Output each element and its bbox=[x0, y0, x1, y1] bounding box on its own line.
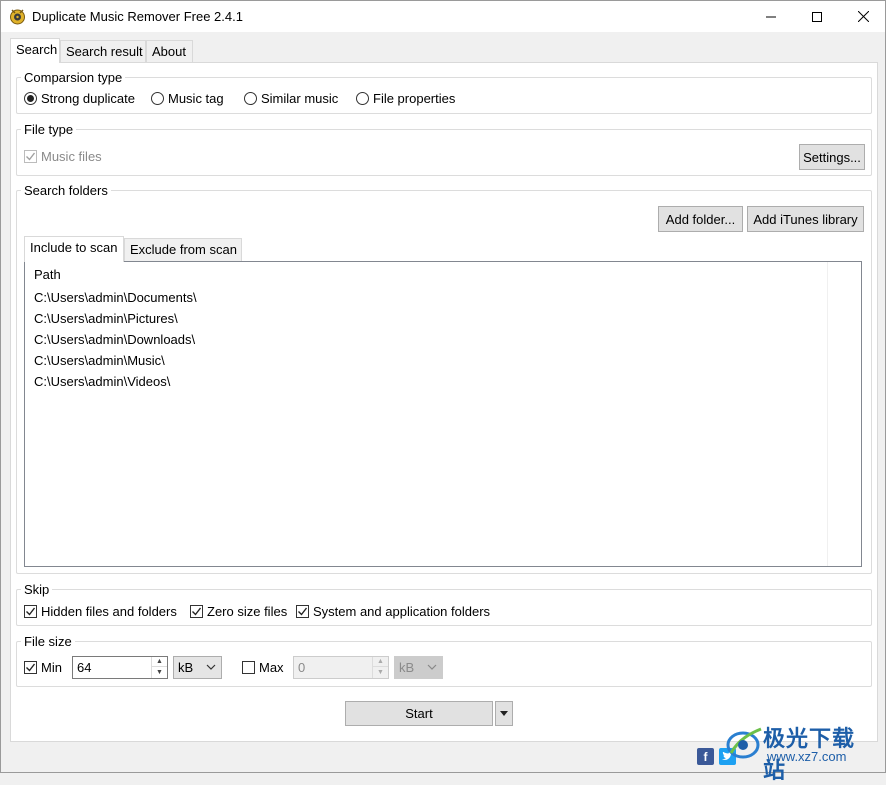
close-button[interactable] bbox=[840, 1, 886, 32]
file-type-group: File type Music files Settings... bbox=[16, 122, 872, 176]
checkbox-indicator[interactable] bbox=[296, 605, 309, 618]
file-size-group: File size Min 64 ▲ ▼ kB Max 0 ▲ ▼ kB bbox=[16, 634, 872, 687]
tab-exclude-from-scan[interactable]: Exclude from scan bbox=[124, 238, 242, 261]
checkmark-icon bbox=[26, 663, 36, 672]
max-unit-value: kB bbox=[399, 660, 415, 675]
facebook-icon[interactable]: f bbox=[697, 748, 714, 765]
skip-group: Skip Hidden files and folders Zero size … bbox=[16, 582, 872, 626]
radio-label: Similar music bbox=[261, 91, 339, 106]
spin-down-icon[interactable]: ▼ bbox=[373, 667, 388, 677]
add-itunes-library-button[interactable]: Add iTunes library bbox=[747, 206, 864, 232]
radio-label: File properties bbox=[373, 91, 456, 106]
watermark-logo-icon bbox=[726, 727, 762, 759]
radio-indicator[interactable] bbox=[24, 92, 37, 105]
start-button[interactable]: Start bbox=[345, 701, 493, 726]
max-size-spinner[interactable]: ▲ ▼ bbox=[372, 657, 388, 678]
checkbox-label: Zero size files bbox=[207, 604, 288, 619]
min-size-checkbox[interactable]: Min bbox=[24, 660, 62, 675]
tab-search-result[interactable]: Search result bbox=[60, 40, 146, 62]
spin-up-icon[interactable]: ▲ bbox=[373, 657, 388, 667]
max-size-checkbox[interactable]: Max bbox=[242, 660, 284, 675]
checkmark-icon bbox=[298, 607, 308, 616]
add-folder-button[interactable]: Add folder... bbox=[658, 206, 743, 232]
checkbox-indicator[interactable] bbox=[24, 150, 37, 163]
search-folders-label: Search folders bbox=[21, 183, 111, 198]
window-title: Duplicate Music Remover Free 2.4.1 bbox=[32, 9, 243, 24]
max-size-value: 0 bbox=[298, 660, 306, 675]
comparison-type-group: Comparsion type Strong duplicate Music t… bbox=[16, 70, 872, 114]
comparison-type-label: Comparsion type bbox=[21, 70, 126, 85]
skip-zero-size-checkbox[interactable]: Zero size files bbox=[190, 604, 287, 619]
min-size-input[interactable]: 64 ▲ ▼ bbox=[72, 656, 168, 679]
folder-list[interactable]: Path C:\Users\admin\Documents\ C:\Users\… bbox=[24, 261, 862, 567]
max-size-input[interactable]: 0 ▲ ▼ bbox=[293, 656, 389, 679]
checkbox-indicator[interactable] bbox=[190, 605, 203, 618]
title-bar[interactable]: Duplicate Music Remover Free 2.4.1 bbox=[1, 1, 885, 32]
chevron-down-icon bbox=[206, 664, 216, 670]
list-item[interactable]: C:\Users\admin\Documents\ bbox=[34, 290, 197, 305]
minimize-button[interactable] bbox=[748, 1, 794, 32]
checkmark-icon bbox=[26, 152, 36, 161]
checkbox-indicator[interactable] bbox=[242, 661, 255, 674]
skip-hidden-checkbox[interactable]: Hidden files and folders bbox=[24, 604, 177, 619]
spin-down-icon[interactable]: ▼ bbox=[152, 667, 167, 677]
radio-indicator[interactable] bbox=[244, 92, 257, 105]
file-size-label: File size bbox=[21, 634, 75, 649]
checkbox-label: Max bbox=[259, 660, 284, 675]
tab-search[interactable]: Search bbox=[10, 38, 60, 63]
radio-label: Strong duplicate bbox=[41, 91, 135, 106]
radio-music-tag[interactable]: Music tag bbox=[151, 91, 224, 106]
watermark: 极光下载站 www.xz7.com bbox=[725, 719, 875, 784]
skip-label: Skip bbox=[21, 582, 53, 597]
column-header-path[interactable]: Path bbox=[34, 267, 61, 282]
min-unit-select[interactable]: kB bbox=[173, 656, 222, 679]
radio-strong-duplicate[interactable]: Strong duplicate bbox=[24, 91, 135, 106]
music-files-checkbox[interactable]: Music files bbox=[24, 149, 102, 164]
search-folders-group: Search folders Add folder... Add iTunes … bbox=[16, 183, 872, 574]
app-logo-icon bbox=[10, 9, 25, 25]
radio-indicator[interactable] bbox=[151, 92, 164, 105]
tab-include-to-scan[interactable]: Include to scan bbox=[24, 236, 124, 262]
start-options-dropdown[interactable] bbox=[495, 701, 513, 726]
list-item[interactable]: C:\Users\admin\Videos\ bbox=[34, 374, 170, 389]
chevron-down-icon bbox=[427, 664, 437, 670]
checkbox-label: Hidden files and folders bbox=[41, 604, 177, 619]
checkbox-indicator[interactable] bbox=[24, 605, 37, 618]
max-unit-select[interactable]: kB bbox=[394, 656, 443, 679]
min-unit-value: kB bbox=[178, 660, 194, 675]
checkmark-icon bbox=[26, 607, 36, 616]
checkmark-icon bbox=[192, 607, 202, 616]
radio-label: Music tag bbox=[168, 91, 224, 106]
tab-about[interactable]: About bbox=[146, 40, 193, 62]
vertical-scrollbar[interactable] bbox=[827, 262, 861, 566]
spin-up-icon[interactable]: ▲ bbox=[152, 657, 167, 667]
skip-system-folders-checkbox[interactable]: System and application folders bbox=[296, 604, 490, 619]
list-item[interactable]: C:\Users\admin\Downloads\ bbox=[34, 332, 195, 347]
checkbox-label: System and application folders bbox=[313, 604, 491, 619]
checkbox-label: Min bbox=[41, 660, 62, 675]
min-size-value: 64 bbox=[77, 660, 92, 675]
watermark-url: www.xz7.com bbox=[767, 749, 847, 764]
search-panel: Comparsion type Strong duplicate Music t… bbox=[10, 62, 878, 742]
app-window: Duplicate Music Remover Free 2.4.1 Searc… bbox=[0, 0, 886, 784]
minimize-icon bbox=[766, 16, 776, 17]
checkbox-label: Music files bbox=[41, 149, 102, 164]
file-type-label: File type bbox=[21, 122, 77, 137]
settings-button[interactable]: Settings... bbox=[799, 144, 865, 170]
maximize-button[interactable] bbox=[794, 1, 840, 32]
maximize-icon bbox=[812, 11, 822, 22]
close-icon bbox=[857, 11, 869, 22]
list-item[interactable]: C:\Users\admin\Pictures\ bbox=[34, 311, 178, 326]
min-size-spinner[interactable]: ▲ ▼ bbox=[151, 657, 167, 678]
list-item[interactable]: C:\Users\admin\Music\ bbox=[34, 353, 165, 368]
checkbox-indicator[interactable] bbox=[24, 661, 37, 674]
radio-similar-music[interactable]: Similar music bbox=[244, 91, 338, 106]
radio-file-properties[interactable]: File properties bbox=[356, 91, 455, 106]
radio-indicator[interactable] bbox=[356, 92, 369, 105]
caret-down-icon bbox=[500, 711, 508, 716]
